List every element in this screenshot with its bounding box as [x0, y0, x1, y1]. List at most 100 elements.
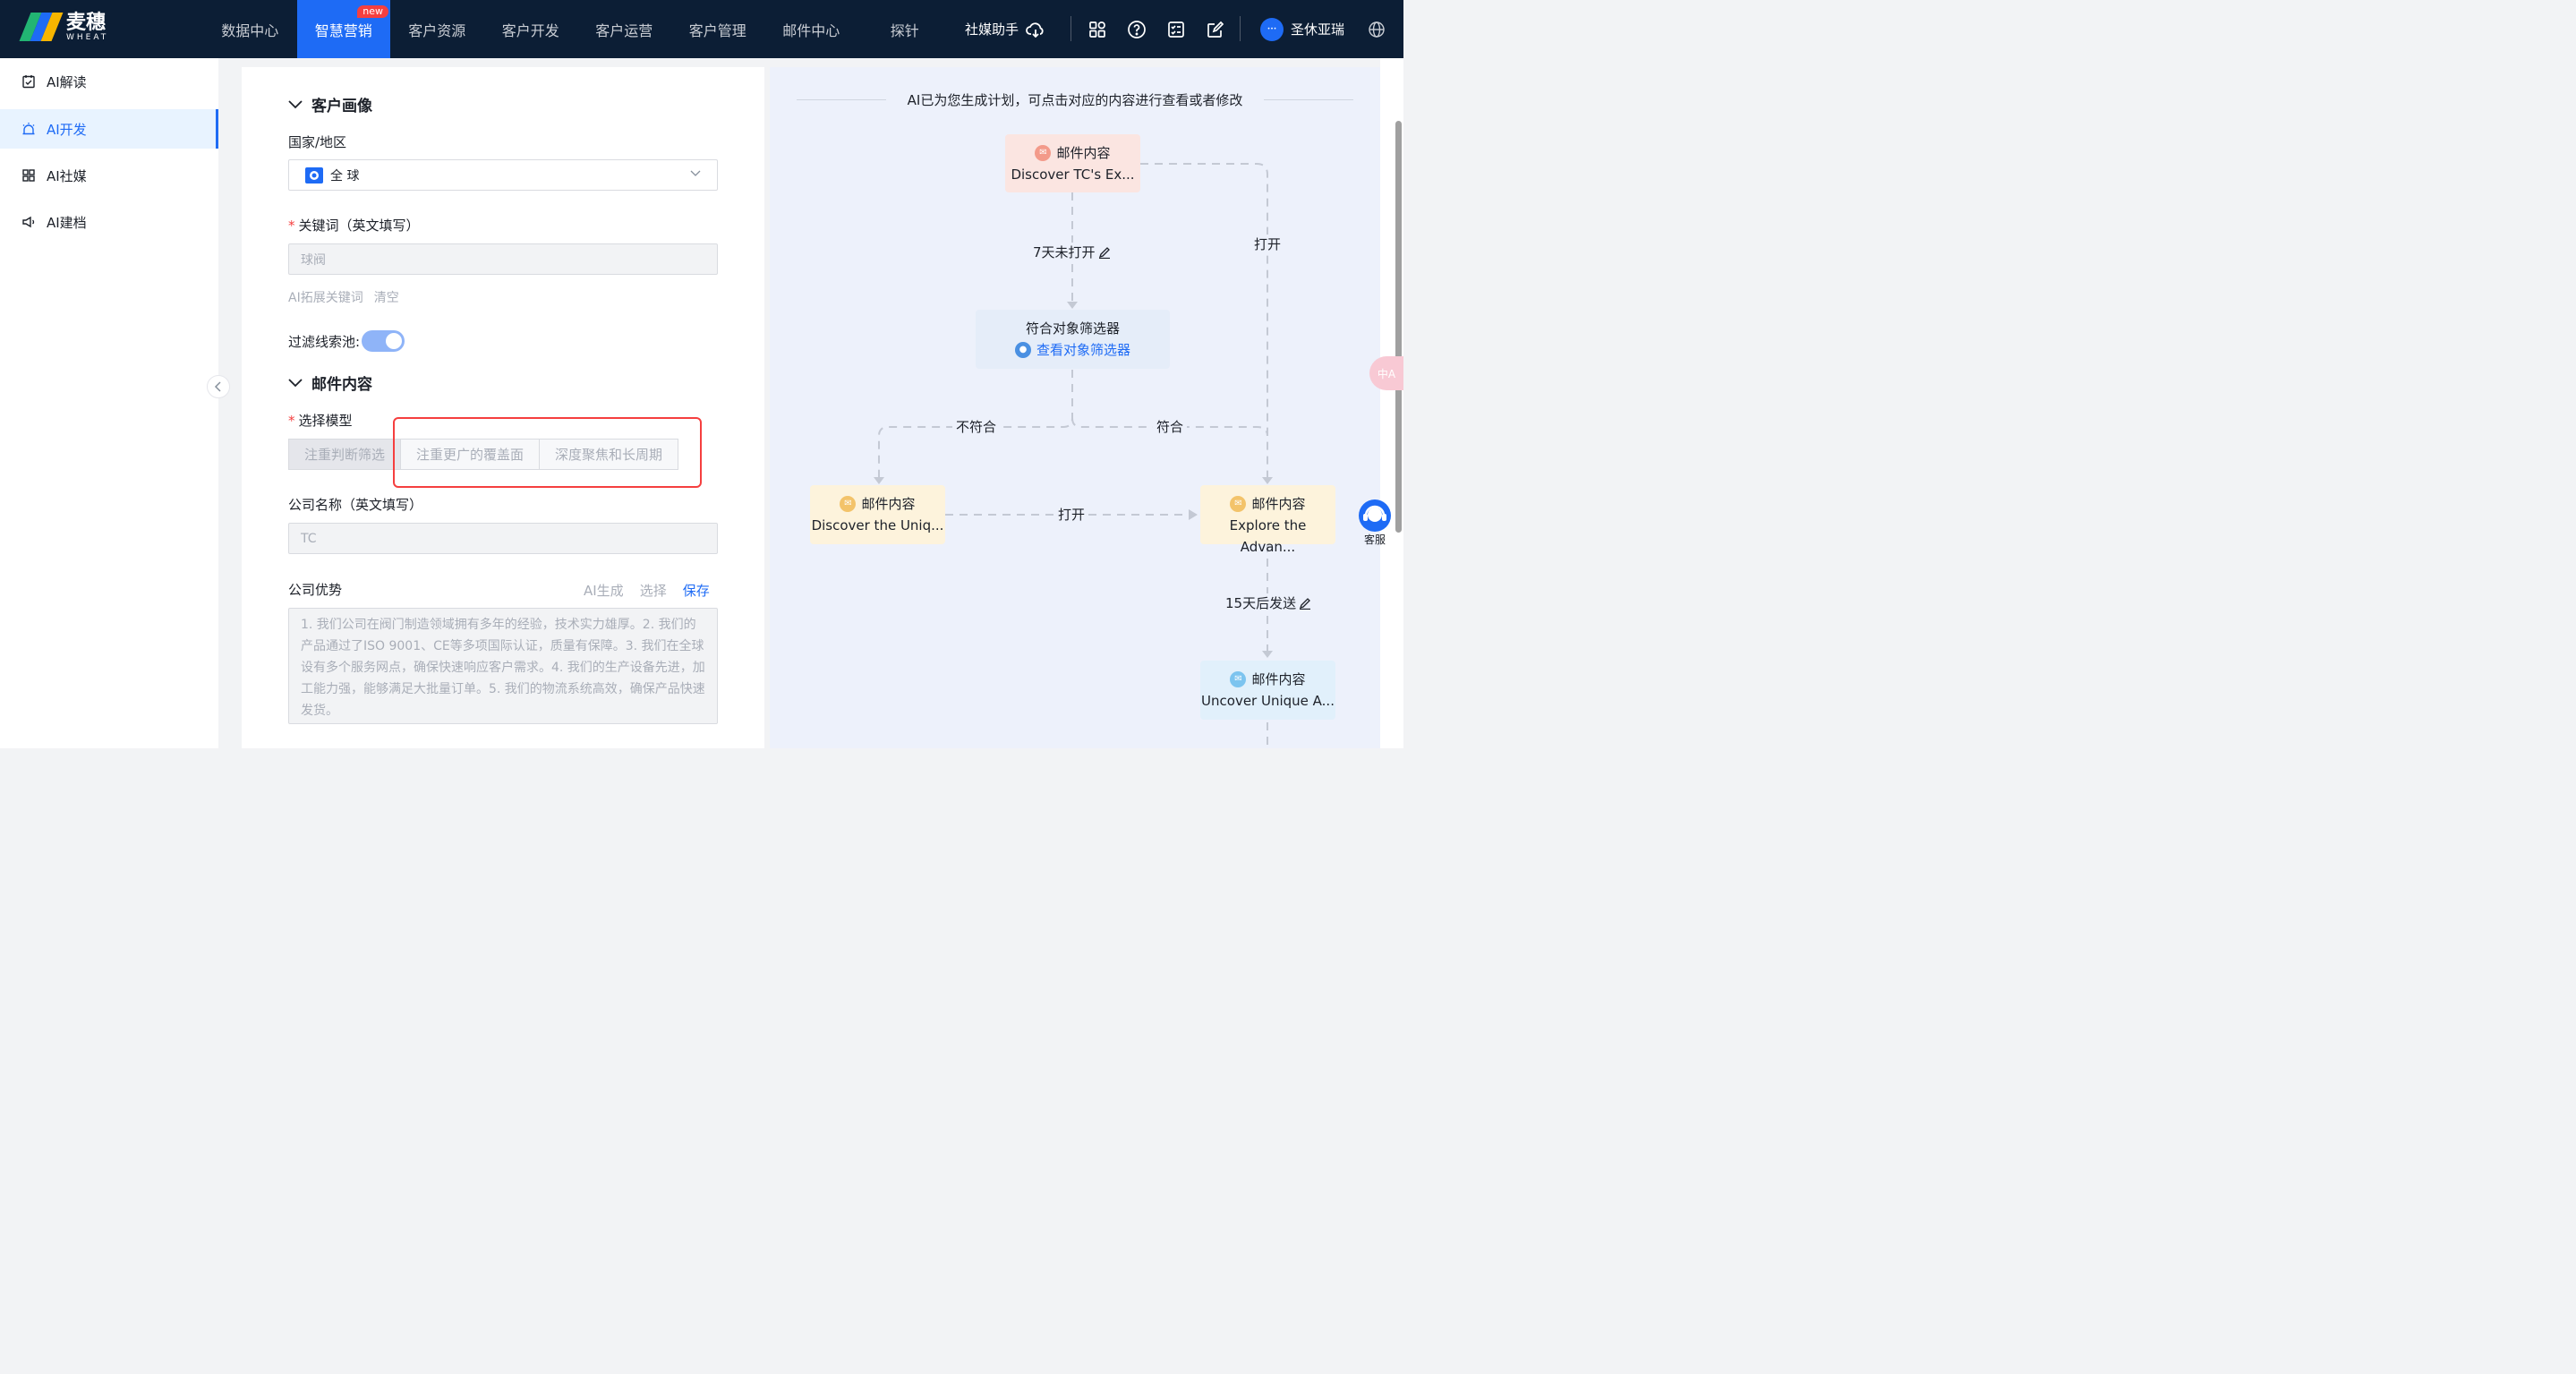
customer-profile-section-toggle[interactable]: 客户画像	[288, 93, 372, 115]
chevron-down-icon	[288, 99, 303, 108]
new-badge: new	[357, 5, 388, 18]
node-body: Explore the Advan...	[1229, 517, 1307, 555]
collapse-sidebar-button[interactable]	[207, 375, 230, 398]
cloud-download-icon	[1026, 21, 1044, 38]
email-node-2[interactable]: ✉ 邮件内容 Discover the Uniq...	[810, 485, 945, 544]
user-menu[interactable]: ••• 圣休亚瑞	[1260, 0, 1344, 58]
nav-customer-operations[interactable]: 客户运营	[577, 0, 671, 58]
email-node-4[interactable]: ✉ 邮件内容 Uncover Unique A...	[1200, 661, 1335, 720]
country-value: 全 球	[330, 168, 360, 183]
globe-flag-icon	[305, 166, 323, 183]
node-body: Uncover Unique A...	[1201, 693, 1335, 709]
edge-label-after-days[interactable]: 15天后发送	[1222, 593, 1316, 612]
edit-note-icon[interactable]	[1205, 19, 1226, 40]
page-scrollbar[interactable]	[1380, 58, 1403, 748]
edge-label-open-right: 打开	[1250, 235, 1285, 253]
sidebar-item-ai-interpret[interactable]: AI解读	[0, 62, 218, 101]
task-list-icon[interactable]	[1165, 19, 1187, 40]
view-filter-text: 查看对象筛选器	[1036, 342, 1130, 358]
divider	[1070, 16, 1071, 41]
logo-mark-icon	[19, 13, 64, 43]
filter-pool-row: 过滤线索池:	[288, 330, 405, 352]
edge-label-text: 7天未打开	[1033, 244, 1096, 260]
keyword-input[interactable]: 球阀	[288, 243, 718, 275]
edge-label-open-mid: 打开	[1054, 505, 1089, 524]
filter-pool-toggle[interactable]	[362, 330, 405, 352]
edge-label-not-open[interactable]: 7天未打开	[1029, 243, 1114, 261]
user-name: 圣休亚瑞	[1291, 21, 1345, 38]
language-globe-icon[interactable]	[1368, 0, 1386, 58]
chevron-down-icon	[288, 378, 303, 387]
clipboard-check-icon	[22, 75, 35, 89]
filter-node[interactable]: 符合对象筛选器 ● 查看对象筛选器	[976, 310, 1170, 369]
divider	[1240, 16, 1241, 41]
sidebar-item-ai-archive[interactable]: AI建档	[0, 202, 218, 242]
company-name-label: 公司名称（英文填写）	[288, 497, 423, 513]
customer-service-widget[interactable]: 客服	[1355, 499, 1395, 547]
ai-generate-link[interactable]: AI生成	[584, 581, 624, 600]
social-assistant-button[interactable]: 社媒助手	[965, 0, 1045, 58]
chevron-down-icon	[690, 170, 701, 176]
node-head: 邮件内容	[1056, 145, 1111, 161]
sidebar: AI解读 AI开发 AI社媒 AI建档	[0, 58, 218, 748]
advantage-actions: AI生成 选择 保存	[584, 581, 710, 600]
flow-canvas: AI已为您生成计划，可点击对应的内容进行查看或者修改 ✉ 邮件内容 Discove…	[770, 67, 1380, 748]
required-mark: *	[288, 218, 295, 234]
nav-smart-marketing[interactable]: 智慧营销 new	[296, 0, 390, 58]
save-link[interactable]: 保存	[683, 581, 710, 600]
sidebar-item-label: AI建档	[47, 214, 87, 231]
apps-icon[interactable]	[1087, 19, 1108, 40]
node-body: Discover the Uniq...	[811, 517, 944, 533]
mail-icon: ✉	[1035, 145, 1052, 161]
translate-widget[interactable]: 中A	[1369, 356, 1403, 390]
nav-customer-management[interactable]: 客户管理	[671, 0, 765, 58]
form-panel: 客户画像 国家/地区 全 球 * 关键词（英文填写） 球阀 AI拓展关键词 清空 …	[242, 67, 764, 748]
node-body: Discover TC's Ex...	[1011, 166, 1135, 183]
sidebar-item-label: AI社媒	[47, 167, 87, 184]
help-icon[interactable]	[1126, 19, 1147, 40]
megaphone-icon	[22, 216, 35, 228]
country-select[interactable]: 全 球	[288, 159, 718, 191]
email-node-3[interactable]: ✉ 邮件内容 Explore the Advan...	[1200, 485, 1335, 555]
node-head: 邮件内容	[1251, 496, 1306, 512]
view-filter-link[interactable]: ● 查看对象筛选器	[976, 339, 1170, 361]
mail-icon: ✉	[840, 496, 857, 512]
nav-probe[interactable]: 探针	[858, 0, 952, 58]
sidebar-item-label: AI解读	[47, 73, 87, 90]
nav-label: 智慧营销	[314, 21, 372, 39]
highlight-box	[393, 417, 702, 488]
section-title: 邮件内容	[311, 376, 372, 394]
sidebar-item-ai-social[interactable]: AI社媒	[0, 156, 218, 195]
nav-data-center[interactable]: 数据中心	[203, 0, 297, 58]
filter-node-title: 符合对象筛选器	[1025, 320, 1120, 337]
model-option-judgment[interactable]: 注重判断筛选	[288, 439, 401, 470]
keyword-actions: AI拓展关键词 清空	[288, 288, 399, 306]
edit-pencil-icon	[1300, 597, 1311, 610]
required-mark: *	[288, 413, 295, 429]
toolbar-icons	[1087, 0, 1226, 58]
sidebar-item-ai-develop[interactable]: AI开发	[0, 109, 218, 149]
section-title: 客户画像	[311, 98, 372, 115]
nav-customer-resources[interactable]: 客户资源	[390, 0, 484, 58]
mail-icon: ✉	[1230, 496, 1247, 512]
company-advantage-textarea[interactable]: 1. 我们公司在阀门制造领域拥有多年的经验，技术实力雄厚。2. 我们的产品通过了…	[288, 608, 718, 724]
select-link[interactable]: 选择	[640, 581, 667, 600]
filter-pool-label: 过滤线索池:	[288, 333, 361, 350]
nav-mail-center[interactable]: 邮件中心	[764, 0, 858, 58]
ai-expand-keywords-link[interactable]: AI拓展关键词	[288, 288, 363, 306]
social-assistant-label: 社媒助手	[965, 21, 1019, 38]
mail-icon: ✉	[1230, 671, 1247, 687]
email-node-1[interactable]: ✉ 邮件内容 Discover TC's Ex...	[1005, 134, 1140, 192]
country-label: 国家/地区	[288, 134, 347, 150]
brand-name: 麦穗	[66, 12, 107, 34]
brand-logo[interactable]: 麦穗 WHEAT	[19, 12, 108, 43]
edit-pencil-icon	[1098, 246, 1110, 259]
email-content-section-toggle[interactable]: 邮件内容	[288, 371, 372, 394]
model-label: * 选择模型	[288, 411, 353, 430]
node-head: 邮件内容	[1251, 671, 1306, 687]
toggle-knob	[386, 333, 403, 349]
scrollbar-thumb[interactable]	[1395, 121, 1402, 533]
nav-customer-development[interactable]: 客户开发	[484, 0, 578, 58]
clear-keywords-link[interactable]: 清空	[374, 288, 399, 306]
company-name-input[interactable]: TC	[288, 523, 718, 554]
